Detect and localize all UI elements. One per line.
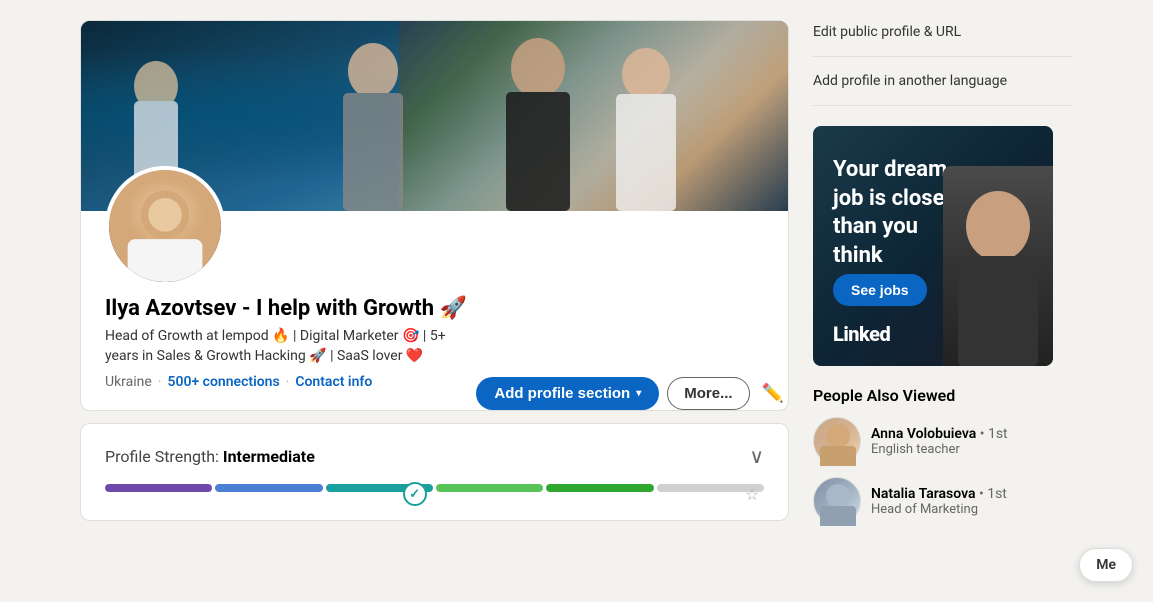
strength-collapse-button[interactable]: ∨ (749, 444, 764, 468)
person-1-title: English teacher (871, 442, 1008, 457)
person-1-degree: • 1st (980, 426, 1008, 442)
avatar (105, 166, 225, 286)
profile-info-area: Add profile section ▾ More... ✏️ Ilya Az… (81, 211, 788, 410)
person-avatar-1 (813, 417, 861, 465)
floating-me-button[interactable]: Me (1079, 548, 1133, 582)
cover-person-figure-4 (604, 36, 689, 211)
people-also-viewed-section: People Also Viewed Anna Volobuieva • 1st… (813, 386, 1073, 537)
edit-button[interactable]: ✏️ (758, 379, 788, 408)
profile-location: Ukraine (105, 374, 152, 390)
separator-dot-1: · (158, 374, 162, 390)
more-label: More... (684, 385, 732, 402)
add-profile-section-label: Add profile section (494, 385, 630, 402)
progress-segment-4 (436, 484, 543, 492)
people-also-viewed-title: People Also Viewed (813, 386, 1073, 405)
add-language-link[interactable]: Add profile in another language (813, 69, 1073, 93)
page-layout: Add profile section ▾ More... ✏️ Ilya Az… (0, 0, 1153, 557)
progress-star-icon[interactable]: ☆ (740, 482, 764, 506)
strength-title: Profile Strength: Intermediate (105, 447, 315, 466)
cover-person-figure-3 (491, 26, 586, 211)
sidebar-divider-2 (813, 105, 1073, 106)
progress-segments (105, 484, 764, 492)
progress-segment-5 (546, 484, 653, 492)
floating-me-label: Me (1096, 557, 1116, 573)
separator-dot-2: · (286, 374, 290, 390)
chevron-down-icon: ▾ (636, 388, 641, 399)
person-item-2: Natalia Tarasova • 1st Head of Marketing (813, 477, 1073, 525)
headline-line-2: years in Sales & Growth Hacking 🚀 | SaaS… (105, 348, 423, 364)
cover-person-figure-2 (328, 31, 418, 211)
profile-headline: Head of Growth at lempod 🔥 | Digital Mar… (105, 327, 764, 366)
person-2-name[interactable]: Natalia Tarasova • 1st (871, 486, 1007, 502)
connections-link[interactable]: 500+ connections (168, 374, 280, 390)
linkedin-logo: Linked (833, 322, 890, 346)
profile-name: Ilya Azovtsev - I help with Growth 🚀 (105, 296, 764, 321)
action-buttons: Add profile section ▾ More... ✏️ (476, 377, 788, 410)
person-2-avatar-illustration (814, 478, 862, 526)
contact-info-link[interactable]: Contact info (295, 374, 372, 390)
progress-segment-1 (105, 484, 212, 492)
sidebar-divider-1 (813, 56, 1073, 57)
headline-line-1: Head of Growth at lempod 🔥 | Digital Mar… (105, 328, 446, 344)
pencil-icon: ✏️ (762, 383, 784, 403)
ad-person-illustration (943, 166, 1053, 366)
avatar-wrapper (105, 166, 225, 286)
add-profile-section-button[interactable]: Add profile section ▾ (476, 377, 659, 410)
strength-level: Intermediate (223, 447, 315, 466)
main-content: Add profile section ▾ More... ✏️ Ilya Az… (80, 20, 789, 537)
person-1-avatar-illustration (814, 418, 862, 466)
right-sidebar: Edit public profile & URL Add profile in… (813, 20, 1073, 537)
ad-person-image (943, 166, 1053, 366)
strength-card: Profile Strength: Intermediate ∨ ✓ ☆ (80, 423, 789, 521)
more-button[interactable]: More... (667, 377, 749, 410)
person-2-info: Natalia Tarasova • 1st Head of Marketing (871, 486, 1007, 517)
ad-text: Your dream job is closer than you think (833, 156, 953, 270)
progress-bar-container: ✓ ☆ (105, 484, 764, 500)
avatar-illustration (109, 170, 221, 282)
person-avatar-2 (813, 477, 861, 525)
edit-public-profile-link[interactable]: Edit public profile & URL (813, 20, 1073, 44)
strength-header: Profile Strength: Intermediate ∨ (105, 444, 764, 468)
cover-right-photo (399, 21, 788, 211)
progress-checkmark-icon: ✓ (403, 482, 427, 506)
person-1-info: Anna Volobuieva • 1st English teacher (871, 426, 1008, 457)
person-2-title: Head of Marketing (871, 502, 1007, 517)
see-jobs-button[interactable]: See jobs (833, 274, 927, 306)
person-2-degree: • 1st (979, 486, 1007, 502)
ad-box: Your dream job is closer than you think … (813, 126, 1053, 366)
strength-prefix: Profile Strength: (105, 447, 219, 466)
profile-card: Add profile section ▾ More... ✏️ Ilya Az… (80, 20, 789, 411)
person-1-name[interactable]: Anna Volobuieva • 1st (871, 426, 1008, 442)
person-item-1: Anna Volobuieva • 1st English teacher (813, 417, 1073, 465)
progress-segment-2 (215, 484, 322, 492)
